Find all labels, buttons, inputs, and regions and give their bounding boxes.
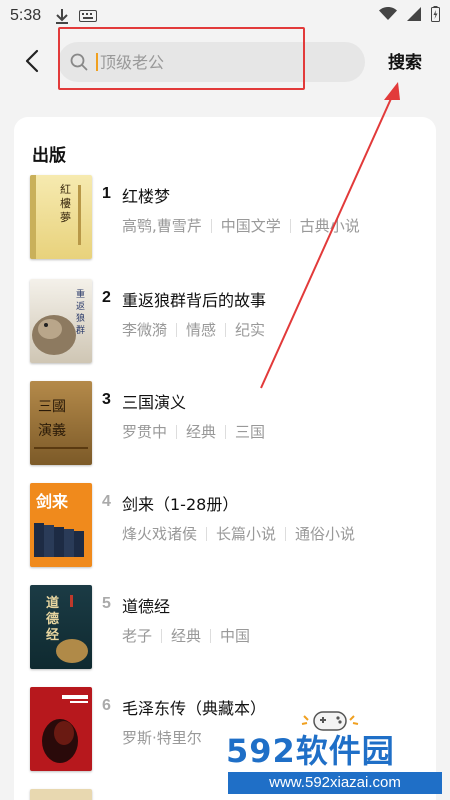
book-title: 红楼梦	[122, 187, 171, 206]
book-title: 道德经	[122, 597, 171, 616]
book-item[interactable]: 道德经 5 道德经 老子 经典 中国	[14, 585, 436, 685]
search-input[interactable]	[100, 52, 320, 72]
book-tag: 三国	[235, 423, 266, 441]
watermark-brand: 592软件园	[226, 732, 395, 770]
book-tag: 中国文学	[220, 217, 281, 235]
svg-text:夢: 夢	[60, 211, 71, 224]
svg-text:群: 群	[76, 324, 85, 336]
book-item[interactable]: 重返狼群 2 重返狼群背后的故事 李微漪 情感 纪实	[14, 279, 436, 379]
book-tag: 高鹗,曹雪芹	[122, 217, 202, 235]
svg-text:演義: 演義	[38, 422, 66, 439]
book-cover: 重返狼群	[30, 279, 92, 363]
battery-icon	[431, 6, 440, 26]
book-cover	[30, 687, 92, 771]
back-button[interactable]	[18, 46, 46, 76]
book-item[interactable]: 剑来 4 剑来（1-28册） 烽火戏诸侯 长篇小说 通俗小说	[14, 483, 436, 583]
book-cover: 剑来	[30, 483, 92, 567]
svg-text:三國: 三國	[38, 399, 66, 415]
book-cover: 道德经	[30, 585, 92, 669]
svg-text:重: 重	[76, 288, 85, 300]
book-tags: 罗斯·特里尔	[122, 727, 202, 748]
book-tags: 李微漪 情感 纪实	[122, 319, 265, 340]
book-tag: 李微漪	[122, 321, 168, 339]
book-cover	[30, 789, 92, 800]
book-rank: 1	[102, 185, 111, 202]
svg-text:紅: 紅	[60, 183, 71, 196]
book-tags: 烽火戏诸侯 长篇小说 通俗小说	[122, 523, 355, 544]
results-card: 出版 紅樓夢 1 红楼梦 高鹗,曹雪芹 中国文学 古典小说 重返狼群 2 重返狼…	[14, 117, 436, 800]
book-title: 三国演义	[122, 393, 187, 412]
keyboard-icon	[79, 10, 98, 22]
watermark: 592软件园 www.592xiazai.com	[222, 726, 450, 800]
text-cursor	[96, 53, 98, 71]
wifi-icon	[379, 7, 397, 25]
book-rank: 4	[102, 493, 111, 510]
search-header: 搜索	[0, 32, 450, 92]
book-tag: 情感	[186, 321, 217, 339]
book-title: 毛泽东传（典藏本）	[122, 699, 267, 718]
book-tags: 高鹗,曹雪芹 中国文学 古典小说	[122, 215, 360, 236]
book-item[interactable]: 紅樓夢 1 红楼梦 高鹗,曹雪芹 中国文学 古典小说	[14, 175, 436, 275]
book-cover: 紅樓夢	[30, 175, 92, 259]
book-item[interactable]: 三國演義 3 三国演义 罗贯中 经典 三国	[14, 381, 436, 481]
status-time: 5:38	[10, 7, 42, 24]
svg-text:返: 返	[76, 300, 85, 312]
search-icon	[70, 53, 88, 71]
book-tag: 烽火戏诸侯	[122, 525, 198, 543]
watermark-url: www.592xiazai.com	[228, 772, 442, 794]
svg-text:经: 经	[46, 627, 59, 643]
book-rank: 3	[102, 391, 111, 408]
book-tags: 罗贯中 经典 三国	[122, 421, 265, 442]
book-tag: 通俗小说	[295, 525, 356, 543]
book-tag: 长篇小说	[216, 525, 277, 543]
back-arrow-icon	[25, 49, 39, 73]
book-tag: 古典小说	[299, 217, 360, 235]
signal-icon	[407, 7, 421, 25]
book-cover: 三國 演義	[30, 381, 92, 465]
status-bar: 5:38	[0, 0, 450, 32]
svg-text:狼: 狼	[76, 312, 85, 324]
book-tag: 老子	[122, 627, 153, 645]
book-rank: 5	[102, 595, 111, 612]
book-tag: 经典	[186, 423, 217, 441]
book-tag: 中国	[220, 627, 251, 645]
svg-text:道: 道	[46, 595, 59, 611]
book-title: 重返狼群背后的故事	[122, 291, 267, 310]
download-icon	[55, 8, 69, 24]
book-tags: 老子 经典 中国	[122, 625, 250, 646]
svg-text:剑来: 剑来	[35, 492, 69, 511]
book-rank: 2	[102, 289, 111, 306]
book-tag: 罗贯中	[122, 423, 168, 441]
svg-text:德: 德	[46, 611, 59, 627]
book-title: 剑来（1-28册）	[122, 495, 239, 514]
section-title: 出版	[32, 146, 66, 166]
book-tag: 罗斯·特里尔	[122, 729, 202, 747]
svg-text:樓: 樓	[60, 196, 71, 210]
search-box[interactable]	[58, 42, 365, 82]
book-rank: 6	[102, 697, 111, 714]
search-button[interactable]: 搜索	[388, 48, 422, 73]
book-tag: 纪实	[235, 321, 266, 339]
book-tag: 经典	[171, 627, 202, 645]
